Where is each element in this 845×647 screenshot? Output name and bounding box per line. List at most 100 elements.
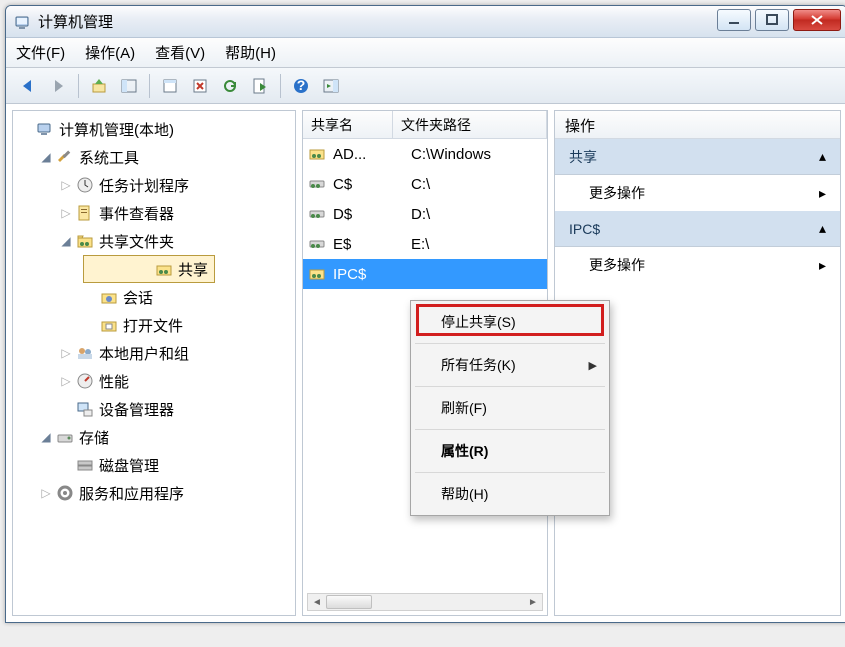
col-folder-path[interactable]: 文件夹路径 bbox=[393, 111, 547, 138]
section-title: 共享 bbox=[569, 147, 597, 167]
actions-header: 操作 bbox=[555, 111, 840, 139]
actions-section-ipc[interactable]: IPC$ ▴ bbox=[555, 211, 840, 247]
properties-button[interactable] bbox=[156, 72, 184, 100]
menu-file[interactable]: 文件(F) bbox=[16, 42, 65, 63]
tree-shares[interactable]: 共享 bbox=[83, 255, 215, 283]
collapse-icon[interactable]: ◢ bbox=[39, 430, 53, 444]
shares-list[interactable]: AD... C:\Windows C$ C:\ D$ D:\ E$ E:\ bbox=[303, 139, 547, 289]
tree-label: 性能 bbox=[99, 371, 129, 392]
ctx-separator bbox=[415, 429, 605, 430]
help-button[interactable]: ? bbox=[287, 72, 315, 100]
up-button[interactable] bbox=[85, 72, 113, 100]
share-row[interactable]: AD... C:\Windows bbox=[303, 139, 547, 169]
actions-more-ipc[interactable]: 更多操作 ▸ bbox=[555, 247, 840, 283]
expand-icon[interactable]: ▷ bbox=[59, 346, 73, 360]
window-title: 计算机管理 bbox=[38, 11, 113, 32]
menu-help[interactable]: 帮助(H) bbox=[225, 42, 276, 63]
share-name: IPC$ bbox=[333, 266, 411, 283]
expand-icon[interactable]: ▷ bbox=[59, 178, 73, 192]
clock-icon bbox=[75, 175, 95, 195]
actions-more-shares[interactable]: 更多操作 ▸ bbox=[555, 175, 840, 211]
toolbar: ? bbox=[6, 68, 845, 104]
tree-label: 任务计划程序 bbox=[99, 175, 189, 196]
storage-icon bbox=[55, 427, 75, 447]
ctx-all-tasks[interactable]: 所有任务(K)▶ bbox=[413, 348, 607, 382]
expand-icon[interactable]: ▷ bbox=[59, 374, 73, 388]
collapse-icon[interactable]: ◢ bbox=[59, 234, 73, 248]
scroll-thumb[interactable] bbox=[326, 595, 372, 609]
ctx-stop-sharing[interactable]: 停止共享(S) bbox=[413, 305, 607, 339]
nav-forward-button[interactable] bbox=[44, 72, 72, 100]
console-tree[interactable]: 计算机管理(本地) ◢ 系统工具 ▷ 任务计划程序 ▷ 事件查看器 bbox=[13, 111, 295, 507]
tree-storage[interactable]: ◢ 存储 bbox=[17, 423, 295, 451]
tree-label: 计算机管理(本地) bbox=[59, 119, 174, 140]
ctx-label: 所有任务(K) bbox=[441, 355, 516, 375]
tree-disk-management[interactable]: 磁盘管理 bbox=[17, 451, 295, 479]
computer-mgmt-icon bbox=[35, 119, 55, 139]
horizontal-scrollbar[interactable]: ◄ ► bbox=[307, 593, 543, 611]
share-name: AD... bbox=[333, 146, 411, 163]
tree-performance[interactable]: ▷ 性能 bbox=[17, 367, 295, 395]
ctx-refresh[interactable]: 刷新(F) bbox=[413, 391, 607, 425]
tree-services-apps[interactable]: ▷ 服务和应用程序 bbox=[17, 479, 295, 507]
actions-section-shares[interactable]: 共享 ▴ bbox=[555, 139, 840, 175]
tree-sessions[interactable]: 会话 bbox=[17, 283, 295, 311]
tree-open-files[interactable]: 打开文件 bbox=[17, 311, 295, 339]
titlebar: 计算机管理 bbox=[6, 6, 845, 38]
services-icon bbox=[55, 483, 75, 503]
scroll-left-arrow[interactable]: ◄ bbox=[308, 594, 326, 610]
export-button[interactable] bbox=[246, 72, 274, 100]
tree-label: 服务和应用程序 bbox=[79, 483, 184, 504]
drive-share-icon bbox=[307, 234, 329, 254]
minimize-button[interactable] bbox=[717, 9, 751, 31]
expand-icon[interactable]: ▷ bbox=[59, 206, 73, 220]
performance-icon bbox=[75, 371, 95, 391]
tree-event-viewer[interactable]: ▷ 事件查看器 bbox=[17, 199, 295, 227]
drive-share-icon bbox=[307, 204, 329, 224]
scroll-right-arrow[interactable]: ► bbox=[524, 594, 542, 610]
tree-label: 打开文件 bbox=[123, 315, 183, 336]
menu-view[interactable]: 查看(V) bbox=[155, 42, 205, 63]
tree-shared-folders[interactable]: ◢ 共享文件夹 bbox=[17, 227, 295, 255]
action-pane-button[interactable] bbox=[317, 72, 345, 100]
tree-device-manager[interactable]: 设备管理器 bbox=[17, 395, 295, 423]
tree-label: 会话 bbox=[123, 287, 153, 308]
close-button[interactable] bbox=[793, 9, 841, 31]
shared-folder-icon bbox=[75, 231, 95, 251]
ctx-label: 帮助(H) bbox=[441, 484, 488, 504]
tree-task-scheduler[interactable]: ▷ 任务计划程序 bbox=[17, 171, 295, 199]
ctx-label: 停止共享(S) bbox=[441, 312, 516, 332]
tree-root[interactable]: 计算机管理(本地) bbox=[17, 115, 295, 143]
collapse-icon[interactable]: ▴ bbox=[819, 148, 826, 165]
nav-back-button[interactable] bbox=[14, 72, 42, 100]
item-label: 更多操作 bbox=[589, 183, 645, 203]
users-icon bbox=[75, 343, 95, 363]
collapse-icon[interactable]: ▴ bbox=[819, 220, 826, 237]
ctx-separator bbox=[415, 343, 605, 344]
share-row-selected[interactable]: IPC$ bbox=[303, 259, 547, 289]
tree-label: 共享文件夹 bbox=[99, 231, 174, 252]
maximize-button[interactable] bbox=[755, 9, 789, 31]
ctx-label: 刷新(F) bbox=[441, 398, 487, 418]
delete-button[interactable] bbox=[186, 72, 214, 100]
share-path: E:\ bbox=[411, 236, 429, 253]
ctx-properties[interactable]: 属性(R) bbox=[413, 434, 607, 468]
collapse-icon[interactable]: ◢ bbox=[39, 150, 53, 164]
menu-action[interactable]: 操作(A) bbox=[85, 42, 135, 63]
refresh-button[interactable] bbox=[216, 72, 244, 100]
share-row[interactable]: E$ E:\ bbox=[303, 229, 547, 259]
col-share-name[interactable]: 共享名 bbox=[303, 111, 393, 138]
expand-icon[interactable]: ▷ bbox=[39, 486, 53, 500]
shares-icon bbox=[154, 259, 174, 279]
tree-label: 设备管理器 bbox=[99, 399, 174, 420]
share-row[interactable]: C$ C:\ bbox=[303, 169, 547, 199]
tools-icon bbox=[55, 147, 75, 167]
submenu-icon: ▸ bbox=[819, 257, 826, 274]
ctx-separator bbox=[415, 472, 605, 473]
tree-system-tools[interactable]: ◢ 系统工具 bbox=[17, 143, 295, 171]
show-hide-tree-button[interactable] bbox=[115, 72, 143, 100]
ctx-help[interactable]: 帮助(H) bbox=[413, 477, 607, 511]
tree-local-users[interactable]: ▷ 本地用户和组 bbox=[17, 339, 295, 367]
share-row[interactable]: D$ D:\ bbox=[303, 199, 547, 229]
ctx-label: 属性(R) bbox=[441, 441, 488, 461]
